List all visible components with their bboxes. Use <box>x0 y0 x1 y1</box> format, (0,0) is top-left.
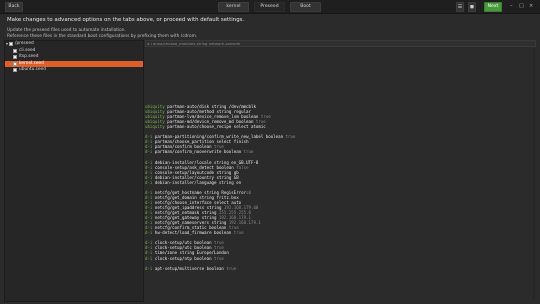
line-body: partman-auto/choose_recipe select atomic <box>164 124 266 130</box>
root-checkbox[interactable] <box>9 42 13 47</box>
line-body: apt-setup/multiverse boolean <box>152 265 224 271</box>
maximize-icon[interactable]: □ <box>519 3 524 10</box>
editor-scrollbar[interactable] <box>533 49 535 299</box>
item-checkbox[interactable] <box>13 61 17 66</box>
line-value: true <box>231 230 244 236</box>
preseed-file-tree: ▾ /preseed cli.seed ltsp.seed kernel.see… <box>4 40 144 302</box>
line-body: debian-installer/language string en <box>152 179 242 185</box>
editor-line: d-i debian-installer/language string en <box>145 180 241 185</box>
line-value: true <box>241 149 254 155</box>
minimize-icon[interactable]: – <box>510 3 513 10</box>
page-description: Update the preseed files used to automat… <box>7 28 126 33</box>
line-value: s0 <box>246 189 252 195</box>
back-button[interactable]: Back <box>5 2 23 12</box>
line-prefix: ubiquity <box>145 124 165 130</box>
line-body: partman/confirm_nooverwrite boolean <box>152 149 242 155</box>
tree-item-ubuntu-seed[interactable]: ubuntu.seed <box>5 67 143 74</box>
line-body: hw-detect/load_firmware boolean <box>152 230 232 236</box>
line-value: true <box>211 255 224 261</box>
editor-line: d-i clock-setup/ntp boolean true <box>145 256 224 261</box>
editor-line: d-i partman/confirm_nooverwrite boolean … <box>145 149 253 154</box>
close-icon[interactable]: × <box>529 3 533 10</box>
editor-line: ubiquity partman-auto/choose_recipe sele… <box>145 124 266 129</box>
page-header: Make changes to advanced options on the … <box>7 17 527 39</box>
item-checkbox[interactable] <box>13 55 17 60</box>
line-value: true <box>223 265 237 271</box>
menu-icon[interactable]: ☰ <box>456 2 464 12</box>
page-title: Make changes to advanced options on the … <box>7 17 245 23</box>
item-checkbox[interactable] <box>13 48 17 53</box>
editor-filter-field[interactable]: d-i anna/choose_modules string network-c… <box>145 40 536 47</box>
tab-preseed[interactable]: Preseed <box>254 2 285 12</box>
page-description-2: Reference these files in the standard bo… <box>7 33 198 39</box>
editor-line: d-i hw-detect/load_firmware boolean true <box>145 230 244 235</box>
line-body: clock-setup/ntp boolean <box>152 255 212 261</box>
square-icon[interactable]: ◼ <box>468 2 476 12</box>
tab-boot[interactable]: Boot <box>290 2 321 12</box>
item-checkbox[interactable] <box>13 68 17 73</box>
editor-line: d-i apt-setup/multiverse boolean true <box>145 266 236 271</box>
preseed-editor[interactable]: d-i anna/choose_modules string network-c… <box>145 40 536 302</box>
tree-item-label: ubuntu.seed <box>19 67 46 72</box>
top-toolbar: Back kernel Preseed Boot ☰ ◼ Next – □ × <box>0 0 540 14</box>
tab-kernel[interactable]: kernel <box>218 2 249 12</box>
line-value: true <box>283 134 296 140</box>
next-button[interactable]: Next <box>484 2 502 12</box>
